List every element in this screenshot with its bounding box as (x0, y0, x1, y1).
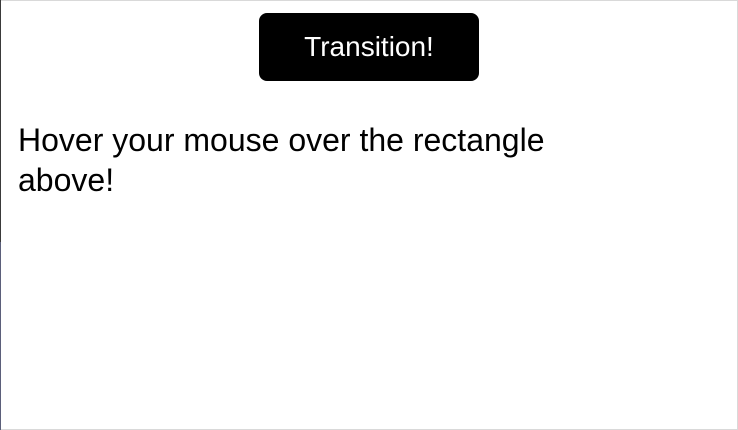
transition-rectangle[interactable]: Transition! (259, 13, 479, 81)
hover-instruction-text: Hover your mouse over the rectangle abov… (18, 122, 545, 198)
left-edge-divider-top (0, 0, 1, 242)
left-edge-divider-bottom (0, 242, 1, 430)
